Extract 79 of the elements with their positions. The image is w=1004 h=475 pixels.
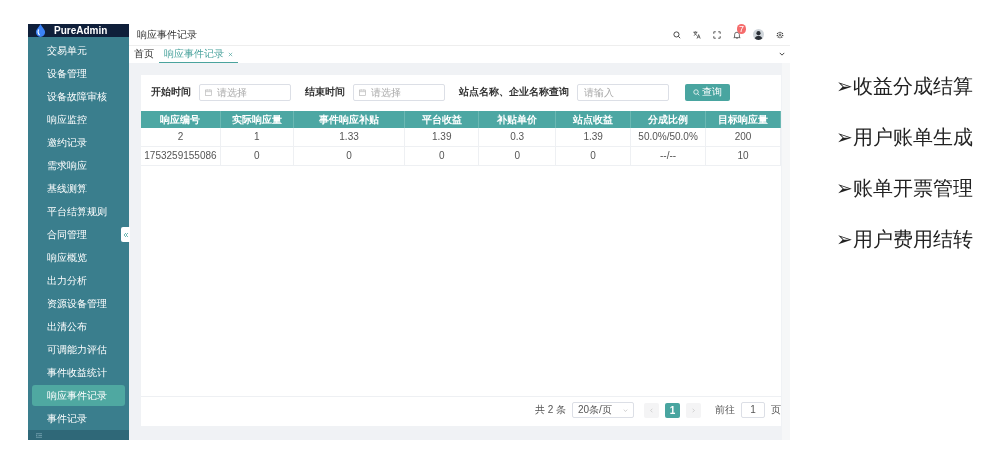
total-count: 共 2 条 <box>534 403 566 417</box>
sidebar-item[interactable]: 合同管理 <box>32 224 125 246</box>
table-cell: 1.33 <box>293 128 406 146</box>
fullscreen-icon[interactable] <box>713 30 721 39</box>
column-header: 补贴单价 <box>479 111 557 128</box>
bullet-text: ➢账单开票管理 <box>836 176 973 201</box>
filter-label: 站点名称、企业名称查询 <box>459 85 569 99</box>
bullet-text: ➢用户费用结转 <box>836 227 973 252</box>
sidebar-item[interactable]: 出力分析 <box>32 270 125 292</box>
column-header: 目标响应量 <box>706 111 781 128</box>
search-icon <box>693 88 700 96</box>
table-cell: 1.39 <box>405 128 480 146</box>
chevron-down-icon[interactable] <box>779 52 785 56</box>
calendar-icon <box>359 88 366 96</box>
notification-badge: 7 <box>737 23 746 34</box>
collapse-button[interactable] <box>121 227 130 242</box>
sidebar-item[interactable]: 交易单元 <box>32 40 125 62</box>
filter-label: 开始时间 <box>151 85 191 99</box>
page-unit: 页 <box>771 403 781 417</box>
sidebar-item[interactable]: 响应监控 <box>32 109 125 131</box>
tab[interactable]: 响应事件记录 <box>159 46 238 63</box>
search-icon[interactable] <box>673 30 681 39</box>
table-cell: 0 <box>556 147 632 165</box>
sidebar-item[interactable]: 邀约记录 <box>32 132 125 154</box>
table-cell: 1753259155086 <box>141 147 221 165</box>
column-header: 响应编号 <box>141 111 221 128</box>
table-cell: 200 <box>706 128 781 146</box>
page-jump-field[interactable]: 1 <box>741 402 765 418</box>
input-field[interactable]: 请选择 <box>353 83 445 101</box>
column-header: 平台收益 <box>405 111 480 128</box>
sidebar-item[interactable]: 资源设备管理 <box>32 293 125 315</box>
translate-icon[interactable] <box>693 30 701 39</box>
calendar-icon <box>205 88 212 96</box>
menu-fold-icon[interactable] <box>36 432 42 438</box>
brand-name: PureAdmin <box>54 25 108 37</box>
table-cell: 2 <box>141 128 221 146</box>
sidebar-item[interactable]: 响应事件记录 <box>32 385 125 407</box>
column-header: 站点收益 <box>556 111 632 128</box>
tab[interactable]: 首页 <box>129 46 159 63</box>
breadcrumb[interactable]: 响应事件记录 <box>137 27 197 42</box>
sidebar-item[interactable]: 事件收益统计 <box>32 362 125 384</box>
bullet-text: ➢用户账单生成 <box>836 125 973 150</box>
jump-label: 前往 <box>715 403 735 417</box>
page-size-select[interactable]: 20条/页 <box>572 402 634 418</box>
settings-icon[interactable] <box>776 30 784 39</box>
table-cell: 0 <box>220 147 294 165</box>
table-cell: 1.39 <box>556 128 632 146</box>
column-header: 事件响应补贴 <box>293 111 406 128</box>
double-chevron-icon <box>122 231 129 238</box>
sidebar-item[interactable]: 事件记录 <box>32 408 125 430</box>
sidebar-item[interactable]: 平台结算规则 <box>32 201 125 223</box>
avatar-icon[interactable] <box>753 29 764 40</box>
input-field[interactable]: 请输入 <box>577 83 669 101</box>
table-cell: 0.3 <box>479 128 557 146</box>
column-header: 实际响应量 <box>220 111 294 128</box>
column-header: 分成比例 <box>631 111 707 128</box>
search-button[interactable]: 查询 <box>685 83 730 101</box>
sidebar-item[interactable]: 出清公布 <box>32 316 125 338</box>
bell-icon[interactable] <box>733 30 741 39</box>
table-cell: 0 <box>479 147 557 165</box>
sidebar-item[interactable]: 可调能力评估 <box>32 339 125 361</box>
chevron-down-icon <box>623 408 628 412</box>
table-cell: 0 <box>405 147 480 165</box>
input-field[interactable]: 请选择 <box>199 83 291 101</box>
bullet-text: ➢收益分成结算 <box>836 74 973 99</box>
table-cell: 1 <box>220 128 294 146</box>
close-icon[interactable] <box>228 51 233 57</box>
table-cell: 10 <box>706 147 781 165</box>
sidebar-item[interactable]: 设备故障审核 <box>32 86 125 108</box>
filter-label: 结束时间 <box>305 85 345 99</box>
sidebar-item[interactable]: 响应概览 <box>32 247 125 269</box>
page-button[interactable]: 1 <box>665 402 680 418</box>
table-cell: 0 <box>293 147 406 165</box>
table-cell: 50.0%/50.0% <box>631 128 707 146</box>
sidebar-item[interactable]: 需求响应 <box>32 155 125 177</box>
drop-logo-icon <box>35 24 46 38</box>
sidebar-item[interactable]: 基线测算 <box>32 178 125 200</box>
sidebar-item[interactable]: 设备管理 <box>32 63 125 85</box>
table-cell: --/-- <box>631 147 707 165</box>
